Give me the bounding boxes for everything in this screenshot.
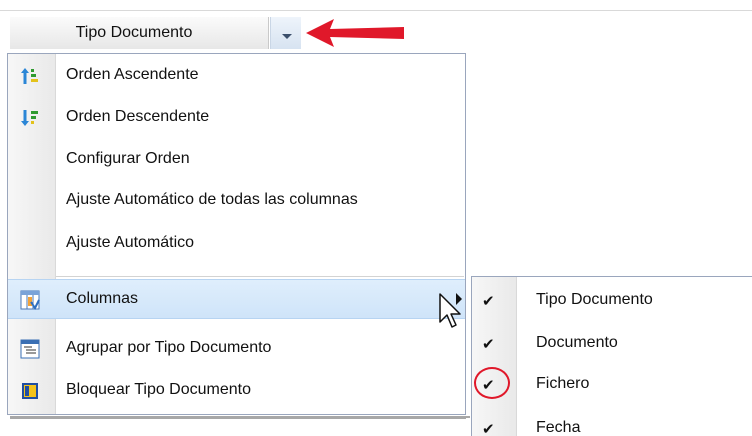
grid-bottom-border-tail xyxy=(466,416,470,418)
menu-item-label: Columnas xyxy=(66,290,139,307)
menu-item-label: Ajuste Automático de todas las columnas xyxy=(66,191,358,208)
sort-ascending-icon xyxy=(21,68,38,84)
menu-item-label: Agrupar por Tipo Documento xyxy=(66,339,272,356)
red-arrow-annotation-icon xyxy=(306,19,404,47)
submenu-item-label: Fecha xyxy=(536,419,581,436)
submenu-item-label: Documento xyxy=(536,334,618,351)
column-context-menu: Orden Ascendente Orden Descendente Confi… xyxy=(7,53,466,415)
columns-chooser-icon xyxy=(20,290,40,310)
menu-item-label: Configurar Orden xyxy=(66,150,190,167)
checkmark-icon: ✔ xyxy=(482,336,495,353)
submenu-item-label: Tipo Documento xyxy=(536,291,653,308)
grid-bottom-border xyxy=(10,416,466,419)
checkmark-icon: ✔ xyxy=(482,377,495,394)
menu-item-label: Ajuste Automático xyxy=(66,234,195,251)
menu-item-columnas[interactable]: Columnas xyxy=(8,279,465,319)
checkmark-icon: ✔ xyxy=(482,293,495,310)
submenu-item-documento[interactable]: ✔ Documento xyxy=(472,322,752,364)
menu-item-bloquear[interactable]: Bloquear Tipo Documento xyxy=(8,371,465,411)
menu-item-label: Orden Ascendente xyxy=(66,66,199,83)
menu-item-ajuste-automatico-todas[interactable]: Ajuste Automático de todas las columnas xyxy=(8,181,465,221)
column-header-tipo-documento[interactable]: Tipo Documento xyxy=(10,17,269,49)
menu-item-label: Bloquear Tipo Documento xyxy=(66,381,251,398)
menu-item-orden-descendente[interactable]: Orden Descendente xyxy=(8,98,465,138)
menu-item-orden-ascendente[interactable]: Orden Ascendente xyxy=(8,56,465,96)
menu-item-ajuste-automatico[interactable]: Ajuste Automático xyxy=(8,224,465,264)
freeze-column-icon xyxy=(22,383,38,399)
column-header-label: Tipo Documento xyxy=(75,24,193,41)
column-dropdown-button[interactable] xyxy=(270,17,301,49)
columns-submenu: ✔ Tipo Documento ✔ Documento ✔ Fichero ✔… xyxy=(471,276,752,436)
checkmark-icon: ✔ xyxy=(482,421,495,436)
menu-item-configurar-orden[interactable]: Configurar Orden xyxy=(8,140,465,180)
mouse-pointer-icon xyxy=(439,293,461,328)
group-by-icon xyxy=(20,339,40,359)
menu-item-agrupar[interactable]: Agrupar por Tipo Documento xyxy=(8,329,465,369)
chevron-down-icon xyxy=(282,34,292,39)
submenu-item-fichero[interactable]: ✔ Fichero xyxy=(472,363,752,405)
submenu-item-fecha[interactable]: ✔ Fecha xyxy=(472,407,752,436)
top-divider xyxy=(0,10,752,11)
submenu-item-label: Fichero xyxy=(536,375,590,392)
sort-descending-icon xyxy=(21,110,38,126)
submenu-item-tipo-documento[interactable]: ✔ Tipo Documento xyxy=(472,279,752,321)
menu-separator xyxy=(56,276,464,277)
menu-item-label: Orden Descendente xyxy=(66,108,210,125)
